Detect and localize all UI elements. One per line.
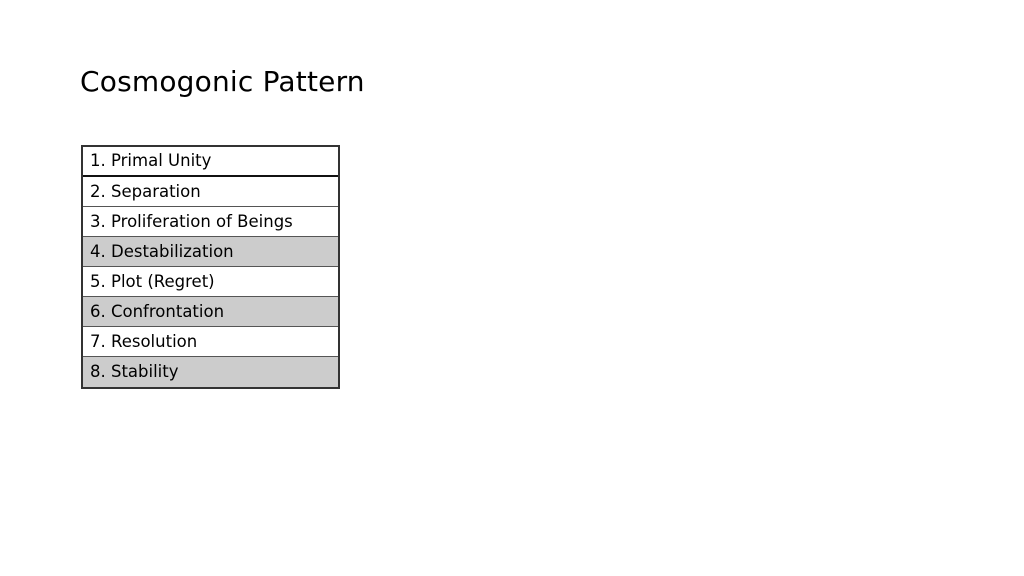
table-row[interactable]: 2. Separation [83,177,338,207]
page-title: Cosmogonic Pattern [80,65,365,98]
table-row[interactable]: 4. Destabilization [83,237,338,267]
cosmogonic-pattern-table: 1. Primal Unity 2. Separation 3. Prolife… [81,145,340,389]
table-row-label: 4. Destabilization [90,241,234,261]
slide-canvas: Cosmogonic Pattern 1. Primal Unity 2. Se… [0,0,1024,576]
table-row[interactable]: 8. Stability [83,357,338,387]
table-row-label: 6. Confrontation [90,301,225,321]
table-row[interactable]: 5. Plot (Regret) [83,267,338,297]
table-row[interactable]: 1. Primal Unity [83,147,338,177]
table-row[interactable]: 6. Confrontation [83,297,338,327]
table-row[interactable]: 7. Resolution [83,327,338,357]
table-row-label: 1. Primal Unity [90,150,212,170]
table-row-label: 5. Plot (Regret) [90,271,215,291]
table-row[interactable]: 3. Proliferation of Beings [83,207,338,237]
table-row-label: 3. Proliferation of Beings [90,211,293,231]
table-row-label: 8. Stability [90,361,179,381]
table-row-label: 2. Separation [90,181,201,201]
table-row-label: 7. Resolution [90,331,198,351]
